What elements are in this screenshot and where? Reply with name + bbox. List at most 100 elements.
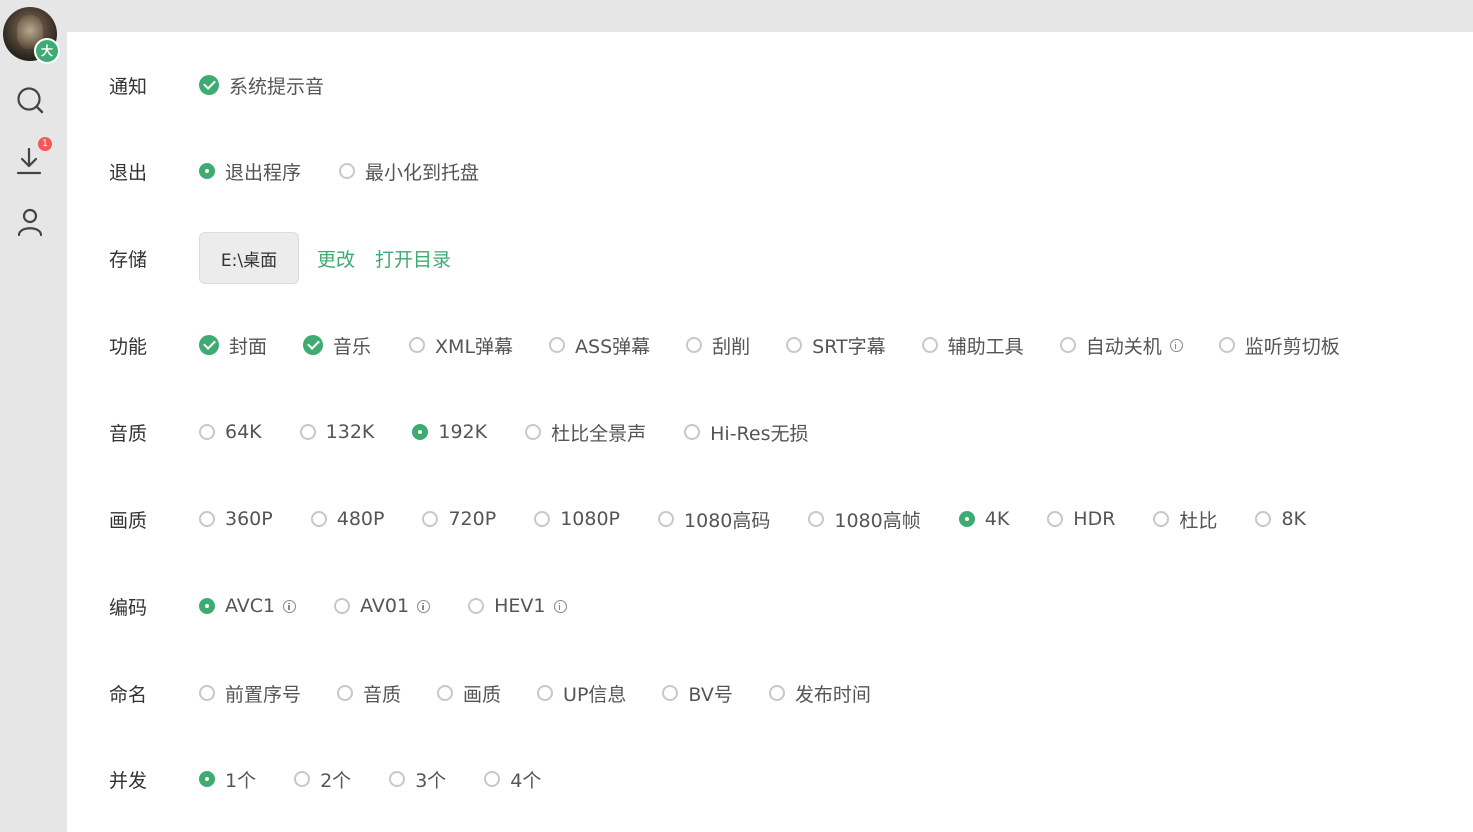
radio-video-8k[interactable]: 8K: [1255, 508, 1306, 530]
radio-exit-program[interactable]: 退出程序: [199, 158, 301, 185]
storage-path-box[interactable]: E:\桌面: [199, 232, 299, 284]
radio-audio-64k[interactable]: 64K: [199, 421, 262, 443]
option-label: AV01: [360, 595, 410, 617]
naming-options: 前置序号 音质 画质 UP信息 BV号 发布时间: [199, 680, 871, 707]
radio-video-720p[interactable]: 720P: [422, 508, 496, 530]
download-count-badge: 1: [38, 137, 52, 151]
radio-icon: [468, 598, 485, 614]
checkbox-system-sound[interactable]: 系统提示音: [199, 72, 324, 99]
change-path-link[interactable]: 更改: [317, 245, 355, 272]
download-icon[interactable]: [14, 146, 46, 178]
radio-codec-avc1[interactable]: AVC1: [199, 595, 297, 617]
radio-selected-icon: [958, 511, 975, 527]
radio-icon: [389, 771, 406, 787]
radio-icon: [808, 511, 825, 527]
audio-options: 64K 132K 192K 杜比全景声 Hi-Res无损: [199, 419, 808, 446]
radio-icon: [525, 424, 542, 440]
radio-video-360p[interactable]: 360P: [199, 508, 273, 530]
option-label: BV号: [688, 683, 733, 706]
option-label: 8K: [1281, 508, 1306, 530]
features-options: 封面 音乐 XML弹幕 ASS弹幕 刮削 SRT字幕 辅助工具 自动关机 监听剪…: [199, 332, 1340, 359]
checkbox-name-video-quality[interactable]: 画质: [437, 680, 501, 707]
radio-icon: [534, 511, 551, 527]
radio-audio-dolby-atmos[interactable]: 杜比全景声: [525, 419, 646, 446]
checkbox-checked-icon: [303, 335, 324, 355]
search-icon[interactable]: [14, 84, 46, 116]
checkbox-icon: [786, 337, 803, 353]
option-label: 音质: [363, 683, 402, 706]
option-label: 发布时间: [794, 683, 871, 706]
row-label: 音质: [109, 422, 148, 445]
option-label: HDR: [1073, 508, 1116, 530]
radio-concurrency-1[interactable]: 1个: [199, 766, 256, 793]
checkbox-icon: [409, 337, 426, 353]
radio-video-480p[interactable]: 480P: [310, 508, 384, 530]
option-label: 360P: [225, 508, 273, 530]
checkbox-srt-subtitle[interactable]: SRT字幕: [786, 332, 886, 359]
info-icon[interactable]: [283, 599, 297, 613]
checkbox-name-bv-id[interactable]: BV号: [662, 680, 733, 707]
radio-concurrency-2[interactable]: 2个: [294, 766, 351, 793]
radio-codec-av01[interactable]: AV01: [334, 595, 431, 617]
info-icon[interactable]: [1169, 338, 1183, 352]
option-label: AVC1: [225, 595, 276, 617]
info-icon[interactable]: [553, 599, 567, 613]
radio-codec-hev1[interactable]: HEV1: [468, 595, 567, 617]
checkbox-name-prefix-index[interactable]: 前置序号: [199, 680, 301, 707]
checkbox-icon: [1059, 337, 1076, 353]
radio-icon: [1255, 511, 1272, 527]
radio-icon: [422, 511, 439, 527]
radio-concurrency-3[interactable]: 3个: [389, 766, 446, 793]
checkbox-auto-shutdown[interactable]: 自动关机: [1059, 332, 1183, 359]
row-label: 存储: [109, 248, 148, 271]
radio-video-1080-high-bitrate[interactable]: 1080高码: [658, 506, 770, 533]
app-window: 大 1 通知 系统提示音 退出 退出程序 最小化到托盘 存储 E:\桌面 更改 …: [0, 0, 1473, 832]
row-label: 画质: [109, 509, 148, 532]
avatar[interactable]: 大: [3, 7, 60, 64]
row-label: 功能: [109, 335, 148, 358]
radio-concurrency-4[interactable]: 4个: [484, 766, 541, 793]
option-label: 3个: [415, 769, 447, 792]
radio-audio-132k[interactable]: 132K: [299, 421, 374, 443]
open-directory-link[interactable]: 打开目录: [375, 245, 451, 272]
checkbox-watch-clipboard[interactable]: 监听剪切板: [1218, 332, 1340, 359]
option-label: 192K: [438, 421, 488, 443]
option-label: 系统提示音: [229, 75, 325, 98]
storage-controls: E:\桌面 更改 打开目录: [199, 232, 451, 284]
codec-options: AVC1 AV01 HEV1: [199, 595, 567, 617]
radio-audio-hires[interactable]: Hi-Res无损: [684, 419, 808, 446]
checkbox-icon: [1218, 337, 1235, 353]
option-label: XML弹幕: [435, 335, 514, 358]
user-icon[interactable]: [14, 206, 46, 238]
radio-video-1080-high-fps[interactable]: 1080高帧: [808, 506, 921, 533]
radio-icon: [199, 424, 215, 440]
option-label: 720P: [448, 508, 497, 530]
radio-minimize-tray[interactable]: 最小化到托盘: [339, 158, 479, 185]
sidebar: 大 1: [0, 0, 67, 832]
option-label: ASS弹幕: [575, 335, 651, 358]
row-label: 命名: [109, 683, 148, 706]
checkbox-scrape[interactable]: 刮削: [686, 332, 750, 359]
checkbox-name-publish-time[interactable]: 发布时间: [768, 680, 871, 707]
checkbox-music[interactable]: 音乐: [303, 332, 371, 359]
option-label: 前置序号: [225, 683, 302, 706]
checkbox-xml-danmaku[interactable]: XML弹幕: [409, 332, 513, 359]
checkbox-icon: [537, 685, 554, 701]
radio-video-4k[interactable]: 4K: [958, 508, 1009, 530]
checkbox-ass-danmaku[interactable]: ASS弹幕: [549, 332, 650, 359]
settings-panel: 通知 系统提示音 退出 退出程序 最小化到托盘 存储 E:\桌面 更改 打开目录…: [67, 32, 1473, 832]
option-label: 1080高码: [684, 509, 771, 532]
checkbox-name-audio-quality[interactable]: 音质: [337, 680, 401, 707]
row-label: 并发: [109, 769, 148, 792]
avatar-badge: 大: [34, 38, 60, 64]
radio-video-hdr[interactable]: HDR: [1047, 508, 1115, 530]
radio-audio-192k[interactable]: 192K: [412, 421, 487, 443]
checkbox-helper-tools[interactable]: 辅助工具: [921, 332, 1024, 359]
radio-video-1080p[interactable]: 1080P: [534, 508, 620, 530]
title-bar: [67, 0, 1473, 32]
option-label: HEV1: [494, 595, 546, 617]
radio-video-dolby[interactable]: 杜比: [1153, 506, 1217, 533]
info-icon[interactable]: [417, 599, 431, 613]
checkbox-name-up-info[interactable]: UP信息: [537, 680, 626, 707]
checkbox-cover[interactable]: 封面: [199, 332, 267, 359]
